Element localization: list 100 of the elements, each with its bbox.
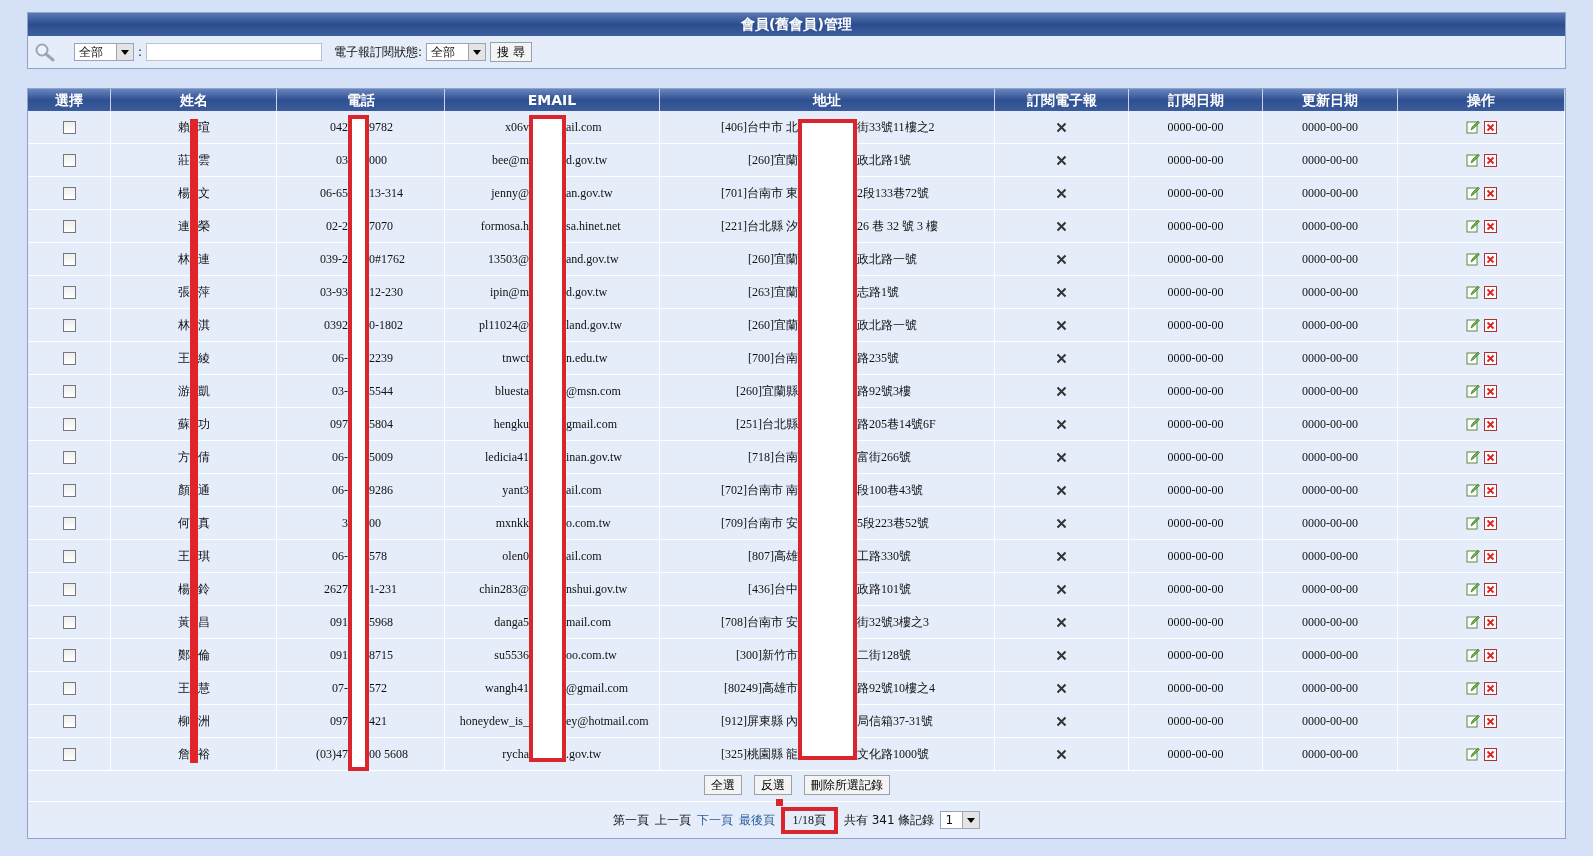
row-checkbox[interactable] bbox=[62, 681, 76, 695]
phone-text: 03 bbox=[336, 152, 348, 168]
delete-icon[interactable] bbox=[1483, 153, 1497, 167]
row-checkbox[interactable] bbox=[62, 747, 76, 761]
delete-icon[interactable] bbox=[1483, 516, 1497, 530]
name-text: 鄭 bbox=[178, 646, 190, 664]
edit-icon[interactable] bbox=[1465, 384, 1480, 398]
column-header: 電話 bbox=[277, 89, 445, 111]
delete-icon[interactable] bbox=[1483, 747, 1497, 761]
edit-icon[interactable] bbox=[1465, 681, 1480, 695]
row-checkbox[interactable] bbox=[62, 186, 76, 200]
phone-text: 7070 bbox=[369, 218, 393, 234]
delete-icon[interactable] bbox=[1483, 351, 1497, 365]
edit-icon[interactable] bbox=[1465, 549, 1480, 563]
column-header: 操作 bbox=[1398, 89, 1565, 111]
field-select[interactable]: 全部 bbox=[74, 43, 134, 61]
edit-icon[interactable] bbox=[1465, 582, 1480, 596]
row-checkbox[interactable] bbox=[62, 450, 76, 464]
edit-icon[interactable] bbox=[1465, 648, 1480, 662]
row-checkbox[interactable] bbox=[62, 417, 76, 431]
delete-icon[interactable] bbox=[1483, 219, 1497, 233]
search-field[interactable] bbox=[146, 43, 323, 61]
edit-icon[interactable] bbox=[1465, 219, 1480, 233]
name-text: 柳 bbox=[178, 712, 190, 730]
email-text: ail.com bbox=[566, 482, 602, 498]
edit-icon[interactable] bbox=[1465, 483, 1480, 497]
edit-icon[interactable] bbox=[1465, 285, 1480, 299]
page-title: 會員(舊會員)管理 bbox=[28, 13, 1565, 36]
date-text: 0000-00-00 bbox=[1167, 482, 1224, 498]
action-button[interactable]: 反選 bbox=[753, 775, 792, 795]
edit-icon[interactable] bbox=[1465, 417, 1480, 431]
edit-icon[interactable] bbox=[1465, 351, 1480, 365]
phone-text: (03)47 bbox=[316, 746, 348, 762]
action-button[interactable]: 全選 bbox=[703, 775, 742, 795]
delete-icon[interactable] bbox=[1483, 384, 1497, 398]
delete-icon[interactable] bbox=[1483, 186, 1497, 200]
search-button[interactable]: 搜 尋 bbox=[490, 42, 532, 62]
delete-icon[interactable] bbox=[1483, 450, 1497, 464]
page-select[interactable]: 1 bbox=[940, 811, 981, 829]
delete-icon[interactable] bbox=[1483, 681, 1497, 695]
row-checkbox[interactable] bbox=[62, 648, 76, 662]
delete-icon[interactable] bbox=[1483, 582, 1497, 596]
edit-icon[interactable] bbox=[1465, 120, 1480, 134]
row-checkbox[interactable] bbox=[62, 120, 76, 134]
row-checkbox[interactable] bbox=[62, 615, 76, 629]
phone-text: 5544 bbox=[369, 383, 393, 399]
address-text: [709]台南市 安 bbox=[721, 514, 798, 532]
row-checkbox[interactable] bbox=[62, 351, 76, 365]
email-text: @msn.com bbox=[566, 383, 621, 399]
row-checkbox[interactable] bbox=[62, 714, 76, 728]
row-checkbox[interactable] bbox=[62, 549, 76, 563]
delete-icon[interactable] bbox=[1483, 120, 1497, 134]
row-checkbox[interactable] bbox=[62, 252, 76, 266]
row-checkbox[interactable] bbox=[62, 318, 76, 332]
edit-icon[interactable] bbox=[1465, 516, 1480, 530]
edit-icon[interactable] bbox=[1465, 615, 1480, 629]
delete-icon[interactable] bbox=[1483, 483, 1497, 497]
date-text: 0000-00-00 bbox=[1302, 284, 1358, 300]
edit-icon[interactable] bbox=[1465, 153, 1480, 167]
phone-text: 421 bbox=[369, 713, 387, 729]
email-text: gmail.com bbox=[566, 416, 617, 432]
edit-icon[interactable] bbox=[1465, 186, 1480, 200]
delete-icon[interactable] bbox=[1483, 417, 1497, 431]
delete-icon[interactable] bbox=[1483, 318, 1497, 332]
address-text: 路92號10樓之4 bbox=[857, 679, 935, 697]
name-text: 楊 bbox=[178, 580, 190, 598]
name-text: 顏 bbox=[178, 481, 190, 499]
address-text: 政北路1號 bbox=[857, 151, 911, 169]
row-checkbox[interactable] bbox=[62, 219, 76, 233]
row-checkbox[interactable] bbox=[62, 384, 76, 398]
delete-icon[interactable] bbox=[1483, 648, 1497, 662]
delete-icon[interactable] bbox=[1483, 714, 1497, 728]
name-text: 倩 bbox=[198, 448, 210, 466]
email-text: n.edu.tw bbox=[566, 350, 608, 366]
date-text: 0000-00-00 bbox=[1302, 614, 1358, 630]
email-text: ail.com bbox=[566, 548, 602, 564]
row-checkbox[interactable] bbox=[62, 153, 76, 167]
edit-icon[interactable] bbox=[1465, 714, 1480, 728]
delete-icon[interactable] bbox=[1483, 549, 1497, 563]
page-link[interactable]: 下一頁 bbox=[696, 811, 733, 829]
edit-icon[interactable] bbox=[1465, 450, 1480, 464]
row-checkbox[interactable] bbox=[62, 285, 76, 299]
action-button[interactable]: 刪除所選記錄 bbox=[803, 775, 890, 795]
status-select[interactable]: 全部 bbox=[426, 43, 487, 61]
row-checkbox[interactable] bbox=[62, 516, 76, 530]
edit-icon[interactable] bbox=[1465, 747, 1480, 761]
row-checkbox[interactable] bbox=[62, 582, 76, 596]
page-link[interactable]: 最後頁 bbox=[738, 811, 775, 829]
email-text: chin283@ bbox=[479, 581, 529, 597]
date-text: 0000-00-00 bbox=[1302, 515, 1358, 531]
delete-icon[interactable] bbox=[1483, 285, 1497, 299]
name-text: 賴 bbox=[178, 118, 190, 136]
name-text: 通 bbox=[198, 481, 210, 499]
row-checkbox[interactable] bbox=[62, 483, 76, 497]
delete-icon[interactable] bbox=[1483, 252, 1497, 266]
delete-icon[interactable] bbox=[1483, 615, 1497, 629]
edit-icon[interactable] bbox=[1465, 318, 1480, 332]
address-text: [406]台中市 北 bbox=[721, 118, 798, 136]
address-text: 文化路1000號 bbox=[857, 745, 929, 763]
edit-icon[interactable] bbox=[1465, 252, 1480, 266]
